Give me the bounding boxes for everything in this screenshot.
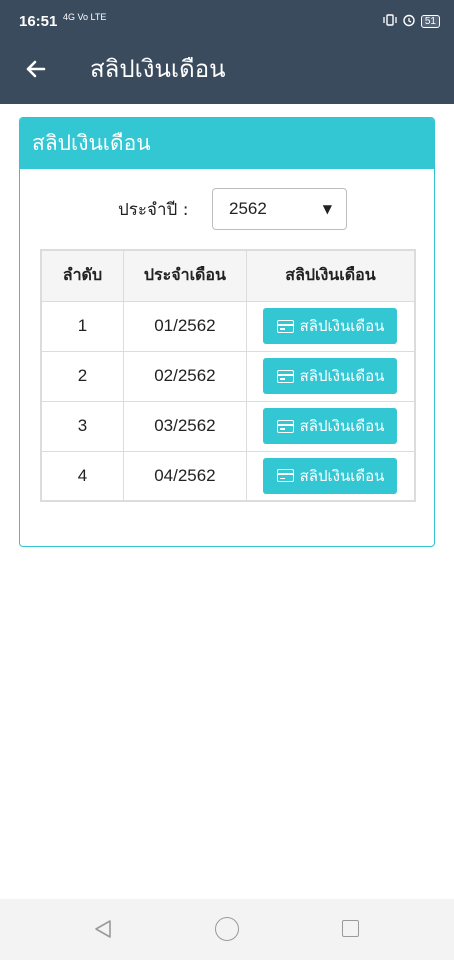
app-bar: สลิปเงินเดือน (0, 33, 454, 104)
row-number: 4 (40, 450, 124, 502)
page-title: สลิปเงินเดือน (90, 55, 226, 83)
row-number: 2 (40, 350, 124, 402)
year-select[interactable]: 2562 ▼ (212, 188, 347, 230)
table-row: 2 02/2562 สลิปเงินเดือน (40, 350, 416, 402)
network-indicator: 4G Vo LTE (63, 12, 106, 22)
view-slip-label: สลิปเงินเดือน (299, 466, 385, 485)
table-row: 1 01/2562 สลิปเงินเดือน (40, 300, 416, 352)
view-slip-label: สลิปเงินเดือน (299, 367, 385, 385)
view-slip-label: สลิปเงินเดือน (299, 417, 385, 435)
table-row: 4 04/2562 สลิปเงินเดือน (40, 450, 416, 502)
year-label: ประจำปี : (118, 200, 189, 220)
column-header-order: ลำดับ (40, 249, 124, 302)
row-month: 01/2562 (122, 300, 247, 352)
row-month: 03/2562 (122, 400, 247, 452)
battery-icon: 51 (420, 15, 440, 28)
row-number: 3 (40, 400, 124, 452)
row-month: 02/2562 (122, 350, 247, 402)
credit-card-icon (276, 419, 294, 433)
vibrate-icon (383, 14, 397, 29)
credit-card-icon (276, 469, 294, 483)
nav-home-icon[interactable] (215, 917, 239, 941)
column-header-slip: สลิปเงินเดือน (245, 249, 416, 302)
nav-recent-apps-icon[interactable] (342, 920, 359, 937)
row-number: 1 (40, 300, 124, 352)
year-value: 2562 (229, 199, 267, 218)
column-header-month: ประจำเดือน (122, 249, 247, 302)
alarm-icon (402, 13, 416, 30)
credit-card-icon (276, 369, 294, 383)
chevron-down-icon: ▼ (322, 202, 332, 216)
nav-back-icon[interactable] (92, 918, 114, 940)
credit-card-icon (276, 319, 294, 333)
year-filter: ประจำปี : 2562 ▼ (20, 188, 434, 230)
status-time: 16:51 (19, 13, 58, 30)
network-volte-label: Vo LTE (77, 12, 107, 22)
network-4g-label: 4G (63, 12, 76, 22)
card-header: สลิปเงินเดือน (20, 118, 434, 169)
view-slip-button[interactable]: สลิปเงินเดือน (263, 308, 398, 344)
table-header-row: ลำดับ ประจำเดือน สลิปเงินเดือน (40, 249, 416, 302)
table-row: 3 03/2562 สลิปเงินเดือน (40, 400, 416, 452)
view-slip-button[interactable]: สลิปเงินเดือน (263, 358, 398, 394)
view-slip-button[interactable]: สลิปเงินเดือน (263, 457, 398, 494)
view-slip-button[interactable]: สลิปเงินเดือน (263, 408, 398, 444)
row-month: 04/2562 (122, 450, 247, 502)
salary-slip-card: สลิปเงินเดือน ประจำปี : 2562 ▼ ลำดับ ประ… (19, 117, 435, 547)
salary-slip-table: ลำดับ ประจำเดือน สลิปเงินเดือน 1 01/2562… (40, 249, 416, 502)
back-arrow-icon[interactable] (20, 53, 52, 85)
status-bar: 16:51 4G Vo LTE 51 (0, 0, 454, 33)
system-nav-bar (0, 899, 454, 960)
status-right-icons: 51 (383, 13, 440, 30)
view-slip-label: สลิปเงินเดือน (299, 317, 385, 335)
